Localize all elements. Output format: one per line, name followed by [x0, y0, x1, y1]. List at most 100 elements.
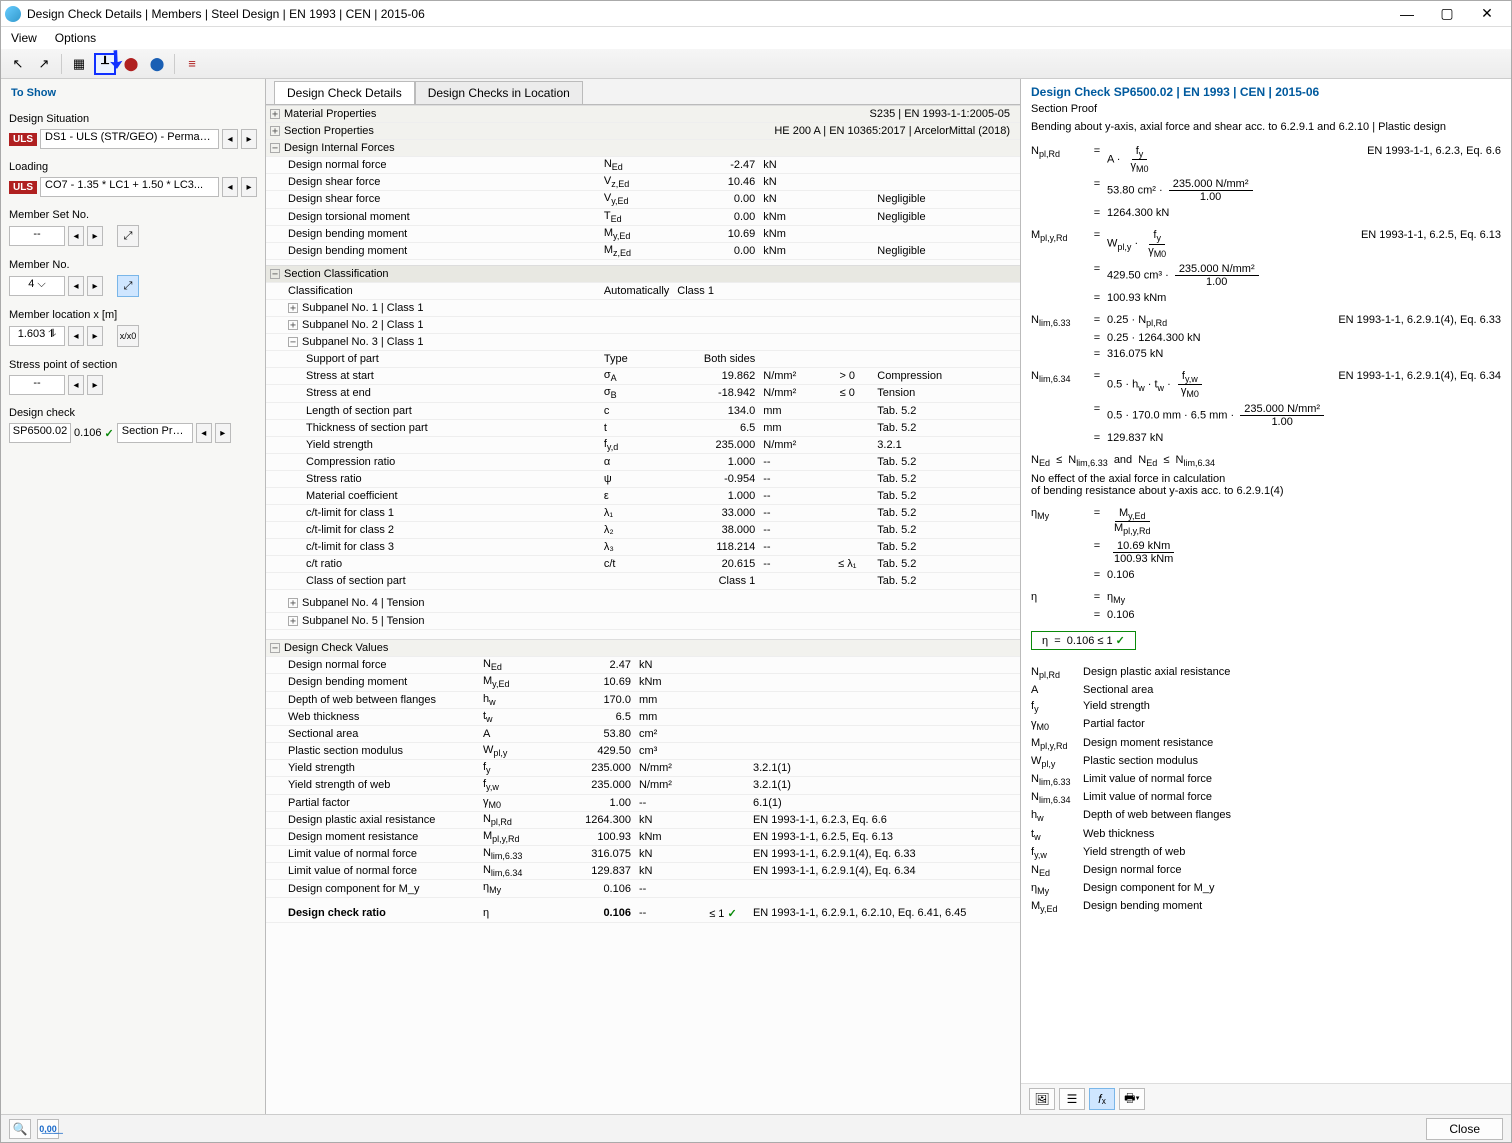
section-section-properties[interactable]: +Section PropertiesHE 200 A | EN 10365:2…: [266, 123, 1020, 140]
table-row: Design torsional momentTEd0.00kNmNegligi…: [266, 208, 1020, 225]
pick-icon[interactable]: ↖: [7, 53, 29, 75]
design-check-type-combo[interactable]: Section Pro... ⌵: [117, 423, 193, 443]
table-row: Design shear forceVz,Ed10.46kN: [266, 174, 1020, 191]
table-row: Design plastic axial resistanceNpl,Rd126…: [266, 811, 1020, 828]
glossary: Npl,RdDesign plastic axial resistanceASe…: [1031, 664, 1501, 916]
table-row: Design component for M_yηMy0.106--: [266, 880, 1020, 897]
glossary-row: Npl,RdDesign plastic axial resistance: [1031, 664, 1501, 682]
section-material-properties[interactable]: +Material PropertiesS235 | EN 1993-1-1:2…: [266, 106, 1020, 123]
table-row: Web thicknesstw6.5mm: [266, 708, 1020, 725]
units-icon[interactable]: 0͟,0͟0͟: [37, 1119, 59, 1139]
pick-member-icon[interactable]: ⤢: [117, 275, 139, 297]
table-row: ClassificationAutomaticallyClass 1: [266, 283, 1020, 300]
design-check-ratio: 0.106: [74, 427, 102, 439]
table-row: Thickness of section partt6.5mmTab. 5.2: [266, 419, 1020, 436]
doc-icon[interactable]: ▦: [68, 53, 90, 75]
loading-combo[interactable]: CO7 - 1.35 * LC1 + 1.50 * LC3...: [40, 177, 219, 197]
prev-button[interactable]: ◂: [196, 423, 212, 443]
glossary-row: Nlim,6.33Limit value of normal force: [1031, 771, 1501, 789]
window-title: Design Check Details | Members | Steel D…: [27, 7, 1387, 21]
subsection-row[interactable]: +Subpanel No. 4 | Tension: [266, 595, 1020, 612]
copy-image-icon[interactable]: 🖼: [1029, 1088, 1055, 1110]
table-row: Yield strengthfy235.000N/mm²3.2.1(1): [266, 760, 1020, 777]
toolbar-sep: [61, 54, 62, 74]
next-button[interactable]: ▸: [241, 177, 257, 197]
subsection-row[interactable]: +Subpanel No. 1 | Class 1: [266, 300, 1020, 317]
subsection-row[interactable]: +Subpanel No. 5 | Tension: [266, 612, 1020, 629]
list-icon[interactable]: ☰: [1059, 1088, 1085, 1110]
prev-button[interactable]: ◂: [222, 129, 238, 149]
footer: 🔍 0͟,0͟0͟ Close: [1, 1114, 1511, 1142]
table-row: Design bending momentMy,Ed10.69kNm: [266, 674, 1020, 691]
copy-icon[interactable]: ≡: [181, 53, 203, 75]
rp-sub2: Bending about y-axis, axial force and sh…: [1021, 119, 1511, 137]
menu-bar: View Options ➘: [1, 27, 1511, 49]
rp-toolbar: 🖼 ☰ 𝑓ₓ 🖶▾: [1021, 1083, 1511, 1114]
label-loading: Loading: [9, 161, 257, 173]
uls-badge: ULS: [9, 133, 37, 146]
next-button[interactable]: ▸: [87, 226, 103, 246]
glossary-row: Mpl,y,RdDesign moment resistance: [1031, 735, 1501, 753]
table-row: c/t-limit for class 2λ₂38.000--Tab. 5.2: [266, 521, 1020, 538]
app-window: Design Check Details | Members | Steel D…: [0, 0, 1512, 1143]
blue-icon[interactable]: ⬤: [146, 53, 168, 75]
prev-button[interactable]: ◂: [68, 326, 84, 346]
window-maximize-button[interactable]: ▢: [1427, 2, 1467, 26]
table-row: Sectional areaA53.80cm²: [266, 725, 1020, 742]
next-button[interactable]: ▸: [87, 326, 103, 346]
rp-sub1: Section Proof: [1021, 101, 1511, 119]
next-button[interactable]: ▸: [241, 129, 257, 149]
stress-point-input[interactable]: --: [9, 375, 65, 395]
menu-options[interactable]: Options: [51, 29, 100, 47]
table-row: c/t ratioc/t20.615--≤ λ₁Tab. 5.2: [266, 555, 1020, 572]
table-row: Compression ratioα1.000--Tab. 5.2: [266, 453, 1020, 470]
table-row: Stress at startσA19.862N/mm²> 0Compressi…: [266, 368, 1020, 385]
glossary-row: γM0Partial factor: [1031, 716, 1501, 734]
subsection-row[interactable]: +Subpanel No. 2 | Class 1: [266, 317, 1020, 334]
glossary-row: Wpl,yPlastic section modulus: [1031, 753, 1501, 771]
member-location-input[interactable]: 1.603 ⥮: [9, 326, 65, 346]
label-design-situation: Design Situation: [9, 113, 257, 125]
center-grid[interactable]: +Material PropertiesS235 | EN 1993-1-1:2…: [266, 105, 1020, 1114]
ok-check-icon: ✓: [1116, 635, 1125, 647]
table-row: Depth of web between flangeshw170.0mm: [266, 691, 1020, 708]
table-row: Limit value of normal forceNlim,6.33316.…: [266, 846, 1020, 863]
glossary-row: fyYield strength: [1031, 698, 1501, 716]
section-design-check-values[interactable]: −Design Check Values: [266, 640, 1020, 657]
glossary-row: ASectional area: [1031, 682, 1501, 698]
table-row: Partial factorγM01.00--6.1(1): [266, 794, 1020, 811]
menu-view[interactable]: View: [7, 29, 41, 47]
glossary-row: hwDepth of web between flanges: [1031, 807, 1501, 825]
close-button[interactable]: Close: [1426, 1118, 1503, 1140]
section-row[interactable]: −Design Internal Forces: [266, 140, 1020, 157]
window-minimize-button[interactable]: —: [1387, 2, 1427, 26]
tab-design-check-details[interactable]: Design Check Details: [274, 81, 415, 104]
pick-member-set-icon[interactable]: ⤢: [117, 225, 139, 247]
next-button[interactable]: ▸: [215, 423, 231, 443]
print-icon[interactable]: 🖶▾: [1119, 1088, 1145, 1110]
table-row: Plastic section modulusWpl,y429.50cm³: [266, 742, 1020, 759]
label-member-location: Member location x [m]: [9, 309, 257, 321]
pick2-icon[interactable]: ↗: [33, 53, 55, 75]
section-row[interactable]: −Section Classification: [266, 266, 1020, 283]
tab-design-checks-in-location[interactable]: Design Checks in Location: [415, 81, 583, 104]
prev-button[interactable]: ◂: [222, 177, 238, 197]
formula-icon[interactable]: 𝑓ₓ: [1089, 1088, 1115, 1110]
prev-button[interactable]: ◂: [68, 375, 84, 395]
member-no-input[interactable]: 4 ⌵: [9, 276, 65, 296]
design-check-code[interactable]: SP6500.02: [9, 423, 71, 443]
label-member-set-no: Member Set No.: [9, 209, 257, 221]
design-situation-combo[interactable]: DS1 - ULS (STR/GEO) - Permane...: [40, 129, 219, 149]
location-extra-icon[interactable]: x/x0: [117, 325, 139, 347]
next-button[interactable]: ▸: [87, 375, 103, 395]
subsection-row[interactable]: −Subpanel No. 3 | Class 1: [266, 334, 1020, 351]
table-row: Design normal forceNEd2.47kN: [266, 657, 1020, 674]
info-icon[interactable]: 🔍: [9, 1119, 31, 1139]
window-close-button[interactable]: ✕: [1467, 2, 1507, 26]
member-set-input[interactable]: --: [9, 226, 65, 246]
next-button[interactable]: ▸: [87, 276, 103, 296]
right-pane: Design Check SP6500.02 | EN 1993 | CEN |…: [1021, 79, 1511, 1114]
result-box: η = 0.106 ≤ 1 ✓: [1031, 631, 1136, 650]
prev-button[interactable]: ◂: [68, 276, 84, 296]
prev-button[interactable]: ◂: [68, 226, 84, 246]
